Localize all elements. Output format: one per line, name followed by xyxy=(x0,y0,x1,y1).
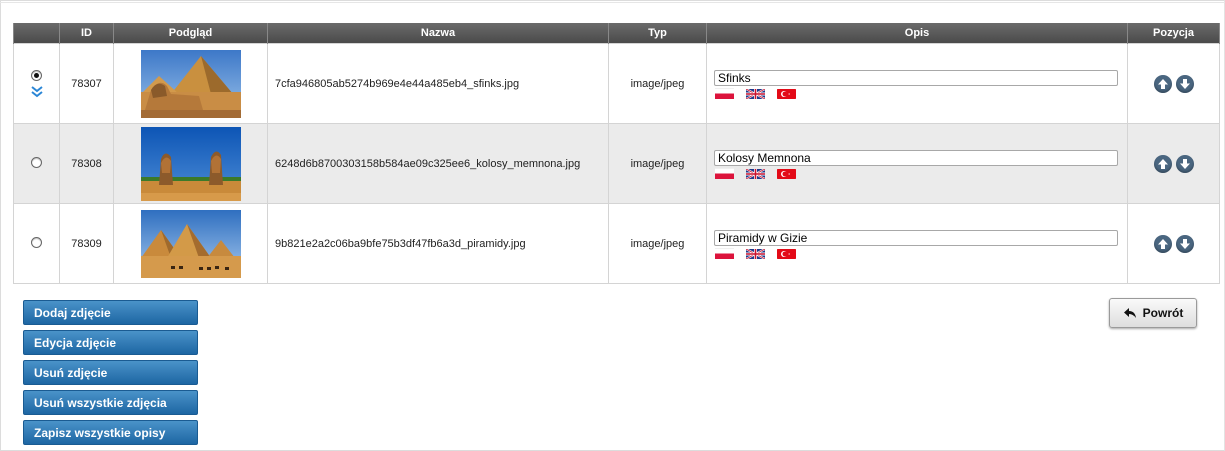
tr-flag-icon[interactable] xyxy=(777,88,796,99)
header-select xyxy=(13,23,60,44)
gb-flag-icon[interactable] xyxy=(746,248,765,259)
header-type[interactable]: Typ xyxy=(608,23,707,44)
select-cell xyxy=(13,203,60,284)
header-id[interactable]: ID xyxy=(59,23,114,44)
move-up-button[interactable] xyxy=(1153,154,1172,173)
edit-photo-button[interactable]: Edycja zdjęcie xyxy=(23,330,198,355)
arrow-down-icon xyxy=(1179,158,1190,169)
back-button[interactable]: Powrót xyxy=(1109,298,1197,328)
photo-thumbnail-sphinx[interactable] xyxy=(140,49,241,118)
add-photo-button[interactable]: Dodaj zdjęcie xyxy=(23,300,198,325)
double-chevron-down-icon[interactable] xyxy=(30,85,44,98)
language-flags xyxy=(714,88,1127,100)
row-radio[interactable] xyxy=(31,236,42,248)
arrow-down-icon xyxy=(1179,78,1190,89)
arrow-up-icon xyxy=(1157,78,1168,89)
language-flags xyxy=(714,168,1127,180)
back-label: Powrót xyxy=(1142,306,1184,320)
photos-table: ID Podgląd Nazwa Typ Opis Pozycja 78307 xyxy=(13,23,1220,284)
gb-flag-icon[interactable] xyxy=(746,168,765,179)
move-up-button[interactable] xyxy=(1153,74,1172,93)
preview-cell xyxy=(113,123,268,204)
preview-cell xyxy=(113,203,268,284)
pl-flag-icon[interactable] xyxy=(715,168,734,179)
description-input[interactable] xyxy=(714,229,1118,246)
table-row: 78308 6248d6b8700303158b584ae09c325ee6_k… xyxy=(13,123,1220,204)
photo-thumbnail-colossi[interactable] xyxy=(140,126,241,201)
type-cell: image/jpeg xyxy=(608,203,707,284)
pl-flag-icon[interactable] xyxy=(715,248,734,259)
row-radio[interactable] xyxy=(31,156,42,168)
description-input[interactable] xyxy=(714,69,1118,86)
position-cell xyxy=(1127,43,1220,124)
save-all-descriptions-button[interactable]: Zapisz wszystkie opisy xyxy=(23,420,198,445)
select-cell xyxy=(13,43,60,124)
move-up-button[interactable] xyxy=(1153,234,1172,253)
arrow-up-icon xyxy=(1157,158,1168,169)
filename-cell: 7cfa946805ab5274b969e4e44a485eb4_sfinks.… xyxy=(267,43,609,124)
header-position[interactable]: Pozycja xyxy=(1127,23,1220,44)
table-header-row: ID Podgląd Nazwa Typ Opis Pozycja xyxy=(13,23,1220,44)
photo-actions: Dodaj zdjęcie Edycja zdjęcie Usuń zdjęci… xyxy=(23,300,198,450)
description-cell xyxy=(706,203,1128,284)
delete-photo-button[interactable]: Usuń zdjęcie xyxy=(23,360,198,385)
description-input[interactable] xyxy=(714,149,1118,166)
gb-flag-icon[interactable] xyxy=(746,88,765,99)
header-preview[interactable]: Podgląd xyxy=(113,23,268,44)
pl-flag-icon[interactable] xyxy=(715,88,734,99)
table-row: 78309 9b821e2a2c06ba9bfe75b3df47fb6a3d_p… xyxy=(13,203,1220,284)
header-name[interactable]: Nazwa xyxy=(267,23,609,44)
type-cell: image/jpeg xyxy=(608,123,707,204)
description-cell xyxy=(706,43,1128,124)
move-down-button[interactable] xyxy=(1175,234,1194,253)
move-down-button[interactable] xyxy=(1175,154,1194,173)
id-cell: 78308 xyxy=(59,123,114,204)
back-arrow-icon xyxy=(1123,308,1136,318)
move-down-button[interactable] xyxy=(1175,74,1194,93)
arrow-down-icon xyxy=(1179,238,1190,249)
filename-cell: 9b821e2a2c06ba9bfe75b3df47fb6a3d_piramid… xyxy=(267,203,609,284)
preview-cell xyxy=(113,43,268,124)
filename-cell: 6248d6b8700303158b584ae09c325ee6_kolosy_… xyxy=(267,123,609,204)
header-description[interactable]: Opis xyxy=(706,23,1128,44)
select-cell xyxy=(13,123,60,204)
photo-thumbnail-pyramids[interactable] xyxy=(140,209,241,278)
position-cell xyxy=(1127,123,1220,204)
id-cell: 78309 xyxy=(59,203,114,284)
tr-flag-icon[interactable] xyxy=(777,248,796,259)
tr-flag-icon[interactable] xyxy=(777,168,796,179)
description-cell xyxy=(706,123,1128,204)
id-cell: 78307 xyxy=(59,43,114,124)
table-row: 78307 7cfa946805ab5274b969e4e44a485eb4_s… xyxy=(13,43,1220,124)
arrow-up-icon xyxy=(1157,238,1168,249)
row-radio[interactable] xyxy=(31,69,42,81)
language-flags xyxy=(714,248,1127,260)
delete-all-photos-button[interactable]: Usuń wszystkie zdjęcia xyxy=(23,390,198,415)
type-cell: image/jpeg xyxy=(608,43,707,124)
position-cell xyxy=(1127,203,1220,284)
top-divider xyxy=(0,2,1225,3)
